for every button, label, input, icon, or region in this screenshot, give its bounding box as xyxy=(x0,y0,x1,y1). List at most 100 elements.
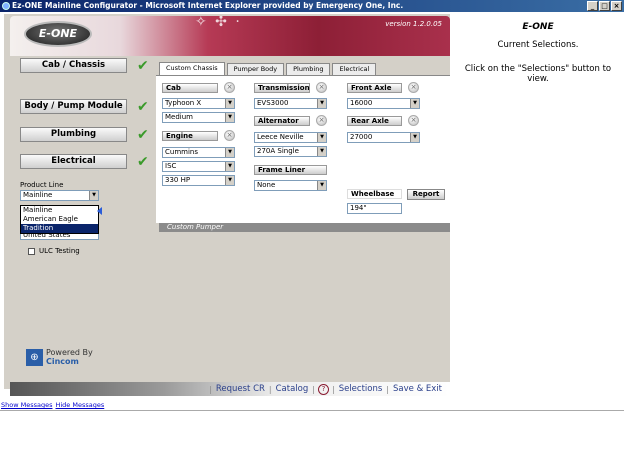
eone-logo: E-ONE xyxy=(24,21,92,47)
chevron-down-icon[interactable]: ▼ xyxy=(317,181,326,190)
chevron-down-icon[interactable]: ▼ xyxy=(317,133,326,142)
ulc-testing-checkbox[interactable] xyxy=(28,247,35,255)
nav-plumbing-button[interactable]: Plumbing xyxy=(20,127,127,142)
product-line-option-selected[interactable]: Tradition xyxy=(21,224,98,233)
product-line-dropdown: Mainline American Eagle Tradition xyxy=(20,205,99,234)
cab-button[interactable]: Cab xyxy=(162,83,218,93)
ulc-testing-label: ULC Testing xyxy=(39,247,80,255)
wheelbase-input[interactable]: 194" xyxy=(347,203,402,214)
front-axle-select[interactable]: 16000 ▼ xyxy=(347,98,420,109)
version-label: version 1.2.0.05 xyxy=(385,20,442,28)
engine-model-value: ISC xyxy=(165,162,177,170)
nav-electrical-button[interactable]: Electrical xyxy=(20,154,127,169)
chevron-down-icon[interactable]: ▼ xyxy=(317,147,326,156)
minimize-button[interactable]: _ xyxy=(587,1,598,11)
alternator-button[interactable]: Alternator xyxy=(254,116,310,126)
product-line-label: Product Line xyxy=(20,181,64,189)
alternator-make-value: Leece Neville xyxy=(257,133,304,141)
engine-hp-select[interactable]: 330 HP ▼ xyxy=(162,175,235,186)
engine-clear-icon[interactable]: × xyxy=(224,130,235,141)
tab-custom-chassis[interactable]: Custom Chassis xyxy=(159,62,225,75)
wheelbase-label: Wheelbase xyxy=(347,189,402,199)
cab-clear-icon[interactable]: × xyxy=(224,82,235,93)
check-icon: ✔ xyxy=(137,58,149,74)
rear-axle-select[interactable]: 27000 ▼ xyxy=(347,132,420,143)
footer-separator: | xyxy=(312,384,315,394)
nav-body-pump-button[interactable]: Body / Pump Module xyxy=(20,99,127,114)
hide-messages-link[interactable]: Hide Messages xyxy=(55,401,104,409)
frame-liner-button[interactable]: Frame Liner xyxy=(254,165,327,175)
tab-plumbing[interactable]: Plumbing xyxy=(286,63,331,75)
rear-axle-button[interactable]: Rear Axle xyxy=(347,116,402,126)
show-messages-link[interactable]: Show Messages xyxy=(1,401,52,409)
chevron-down-icon[interactable]: ▼ xyxy=(225,148,234,157)
window-title: Ez-ONE Mainline Configurator - Microsoft… xyxy=(12,1,404,10)
catalog-link[interactable]: Catalog xyxy=(272,384,313,394)
chevron-down-icon[interactable]: ▼ xyxy=(410,133,419,142)
engine-make-value: Cummins xyxy=(165,148,198,156)
rear-axle-clear-icon[interactable]: × xyxy=(408,115,419,126)
configurator-app: E-ONE ✧ ✣ · version 1.2.0.05 Cab / Chass… xyxy=(4,14,450,396)
engine-model-select[interactable]: ISC ▼ xyxy=(162,161,235,172)
alternator-clear-icon[interactable]: × xyxy=(316,115,327,126)
selections-instruction: Click on the "Selections" button to view… xyxy=(464,64,612,84)
product-line-option[interactable]: Mainline xyxy=(21,206,98,215)
selections-sidebar: E-ONE Current Selections. Click on the "… xyxy=(452,14,624,84)
front-axle-button[interactable]: Front Axle xyxy=(347,83,402,93)
chevron-down-icon[interactable]: ▼ xyxy=(225,162,234,171)
selections-link[interactable]: Selections xyxy=(335,384,387,394)
ulc-testing[interactable]: ULC Testing xyxy=(28,247,80,255)
messages-links: Show Messages Hide Messages xyxy=(1,401,107,409)
window-titlebar: Ez-ONE Mainline Configurator - Microsoft… xyxy=(0,0,624,12)
save-exit-link[interactable]: Save & Exit xyxy=(389,384,446,394)
maximize-button[interactable]: □ xyxy=(599,1,610,11)
transmission-value: EVS3000 xyxy=(257,99,289,107)
close-button[interactable]: × xyxy=(611,1,622,11)
chevron-down-icon[interactable]: ▼ xyxy=(317,99,326,108)
custom-pumper-bar: Custom Pumper xyxy=(159,223,450,232)
help-icon[interactable]: ? xyxy=(317,383,329,395)
chevron-down-icon[interactable]: ▼ xyxy=(225,99,234,108)
engine-button[interactable]: Engine xyxy=(162,131,218,141)
cab-size-select[interactable]: Medium ▼ xyxy=(162,112,235,123)
header-banner: E-ONE ✧ ✣ · version 1.2.0.05 xyxy=(10,16,450,56)
rear-axle-value: 27000 xyxy=(350,133,373,141)
engine-make-select[interactable]: Cummins ▼ xyxy=(162,147,235,158)
eone-small-logo: E-ONE xyxy=(522,22,554,32)
transmission-button[interactable]: Transmission xyxy=(254,83,310,93)
powered-by-label: Powered By xyxy=(46,348,93,357)
product-line-value: Mainline xyxy=(23,191,53,199)
pointer-icon xyxy=(97,207,102,215)
chevron-down-icon[interactable]: ▼ xyxy=(225,113,234,122)
frame-liner-select[interactable]: None ▼ xyxy=(254,180,327,191)
engine-hp-value: 330 HP xyxy=(165,176,191,184)
alternator-make-select[interactable]: Leece Neville ▼ xyxy=(254,132,327,143)
request-cr-link[interactable]: Request CR xyxy=(212,384,269,394)
footer-bar: | Request CR | Catalog | ? | Selections … xyxy=(10,382,450,396)
tab-pumper-body[interactable]: Pumper Body xyxy=(226,63,285,75)
front-axle-clear-icon[interactable]: × xyxy=(408,82,419,93)
report-button[interactable]: Report xyxy=(407,189,445,200)
product-line-select[interactable]: Mainline ▼ xyxy=(20,190,99,201)
ie-icon xyxy=(2,2,10,10)
tab-electrical[interactable]: Electrical xyxy=(332,63,377,75)
product-line-option[interactable]: American Eagle xyxy=(21,215,98,224)
powered-by-cincom: ⊕ Powered By Cincom xyxy=(26,348,93,366)
banner-decoration-icon: ✧ ✣ · xyxy=(195,16,242,30)
nav-cab-chassis-button[interactable]: Cab / Chassis xyxy=(20,58,127,73)
chevron-down-icon[interactable]: ▼ xyxy=(410,99,419,108)
alternator-rating-value: 270A Single xyxy=(257,147,299,155)
alternator-rating-select[interactable]: 270A Single ▼ xyxy=(254,146,327,157)
custom-chassis-panel: Cab × Typhoon X ▼ Medium ▼ Engine × Cummin… xyxy=(156,75,450,223)
chevron-down-icon[interactable]: ▼ xyxy=(89,191,98,200)
chevron-down-icon[interactable]: ▼ xyxy=(225,176,234,185)
cincom-logo-icon: ⊕ xyxy=(26,348,43,366)
cab-model-select[interactable]: Typhoon X ▼ xyxy=(162,98,235,109)
divider xyxy=(0,410,624,411)
cab-model-value: Typhoon X xyxy=(165,99,202,107)
current-selections-heading: Current Selections. xyxy=(497,40,579,50)
transmission-select[interactable]: EVS3000 ▼ xyxy=(254,98,327,109)
cincom-label: Cincom xyxy=(46,357,79,366)
check-icon: ✔ xyxy=(137,154,149,170)
transmission-clear-icon[interactable]: × xyxy=(316,82,327,93)
